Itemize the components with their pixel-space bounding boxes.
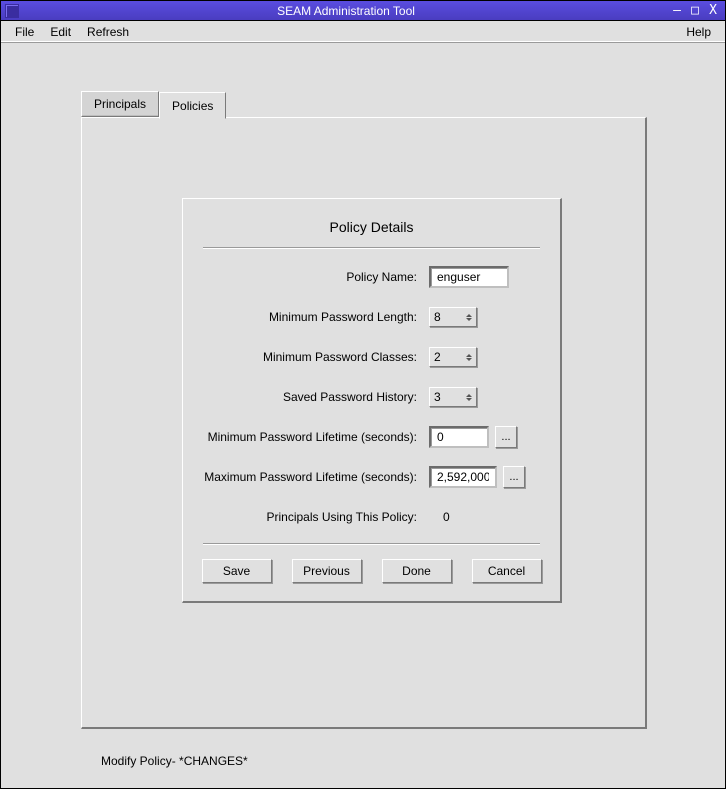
max-pw-lifetime-label: Maximum Password Lifetime (seconds): xyxy=(199,470,429,484)
row-saved-pw-history: Saved Password History: 3 xyxy=(199,383,544,411)
max-pw-lifetime-input[interactable] xyxy=(429,466,497,488)
menu-file[interactable]: File xyxy=(7,23,42,41)
window-title: SEAM Administration Tool xyxy=(23,4,669,18)
client-area: Principals Policies Policy Details Polic… xyxy=(1,43,725,788)
menubar: File Edit Refresh Help xyxy=(1,21,725,43)
principals-using-value: 0 xyxy=(429,510,450,524)
policy-details-panel: Policy Details Policy Name: Minimum Pass… xyxy=(182,198,562,603)
saved-pw-history-label: Saved Password History: xyxy=(199,390,429,404)
row-min-pw-length: Minimum Password Length: 8 xyxy=(199,303,544,331)
min-pw-length-value: 8 xyxy=(434,310,441,324)
tab-principals-label: Principals xyxy=(94,97,146,111)
separator xyxy=(203,543,540,545)
titlebar: SEAM Administration Tool — □ X xyxy=(1,1,725,21)
cancel-button[interactable]: Cancel xyxy=(472,559,542,583)
policy-details-heading: Policy Details xyxy=(199,219,544,235)
row-max-pw-lifetime: Maximum Password Lifetime (seconds): ... xyxy=(199,463,544,491)
min-pw-lifetime-browse-button[interactable]: ... xyxy=(495,426,517,448)
row-principals-using: Principals Using This Policy: 0 xyxy=(199,503,544,531)
button-row: Save Previous Done Cancel xyxy=(199,559,544,583)
tabstrip: Principals Policies xyxy=(81,91,226,118)
tab-principals[interactable]: Principals xyxy=(81,91,159,117)
policy-name-input[interactable] xyxy=(429,266,509,288)
min-pw-length-label: Minimum Password Length: xyxy=(199,310,429,324)
spinner-arrows-icon xyxy=(466,354,472,361)
status-text: Modify Policy- *CHANGES* xyxy=(101,754,248,768)
spinner-arrows-icon xyxy=(466,314,472,321)
tab-policies[interactable]: Policies xyxy=(159,92,226,119)
saved-pw-history-spinner[interactable]: 3 xyxy=(429,387,477,407)
min-pw-classes-label: Minimum Password Classes: xyxy=(199,350,429,364)
min-pw-classes-value: 2 xyxy=(434,350,441,364)
menu-refresh[interactable]: Refresh xyxy=(79,23,137,41)
minimize-button[interactable]: — xyxy=(669,3,685,19)
saved-pw-history-value: 3 xyxy=(434,390,441,404)
maximize-button[interactable]: □ xyxy=(687,3,703,19)
application-window: SEAM Administration Tool — □ X File Edit… xyxy=(0,0,726,789)
done-button[interactable]: Done xyxy=(382,559,452,583)
min-pw-length-spinner[interactable]: 8 xyxy=(429,307,477,327)
row-min-pw-classes: Minimum Password Classes: 2 xyxy=(199,343,544,371)
min-pw-lifetime-input[interactable] xyxy=(429,426,489,448)
principals-using-label: Principals Using This Policy: xyxy=(199,510,429,524)
window-buttons: — □ X xyxy=(669,3,725,19)
system-menu-icon[interactable] xyxy=(5,4,19,18)
close-button[interactable]: X xyxy=(705,3,721,19)
policy-name-label: Policy Name: xyxy=(199,270,429,284)
menu-edit[interactable]: Edit xyxy=(42,23,79,41)
row-policy-name: Policy Name: xyxy=(199,263,544,291)
row-min-pw-lifetime: Minimum Password Lifetime (seconds): ... xyxy=(199,423,544,451)
separator xyxy=(203,247,540,249)
spinner-arrows-icon xyxy=(466,394,472,401)
min-pw-lifetime-label: Minimum Password Lifetime (seconds): xyxy=(199,430,429,444)
max-pw-lifetime-browse-button[interactable]: ... xyxy=(503,466,525,488)
tab-policies-label: Policies xyxy=(172,99,213,113)
tab-panel-policies: Policy Details Policy Name: Minimum Pass… xyxy=(81,117,647,729)
save-button[interactable]: Save xyxy=(202,559,272,583)
min-pw-classes-spinner[interactable]: 2 xyxy=(429,347,477,367)
previous-button[interactable]: Previous xyxy=(292,559,362,583)
menu-help[interactable]: Help xyxy=(678,23,719,41)
